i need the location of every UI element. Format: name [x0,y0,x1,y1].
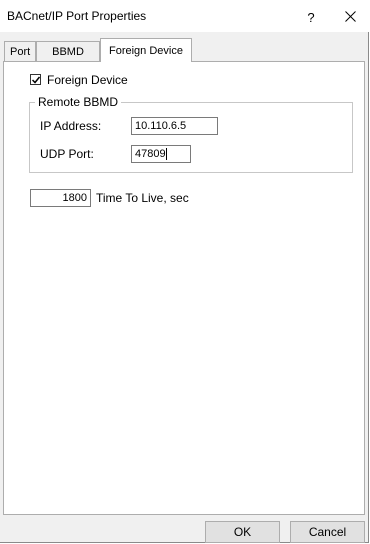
ip-address-label: IP Address: [40,119,102,133]
port-properties-dialog: BACnet/IP Port Properties ? Port BBMD Fo… [0,0,369,543]
tab-port[interactable]: Port [4,41,36,61]
cancel-button[interactable]: Cancel [290,521,365,543]
checkbox-checked-icon[interactable] [30,74,41,85]
text-cursor [165,148,167,161]
remote-bbmd-group: Remote BBMD [29,95,353,173]
close-icon [345,11,356,22]
tab-bbmd[interactable]: BBMD [36,41,100,61]
udp-port-value: 47809 [135,148,166,160]
ip-address-input[interactable]: 10.110.6.5 [131,117,218,135]
remote-bbmd-legend: Remote BBMD [35,95,122,109]
close-button[interactable] [332,0,369,32]
udp-port-label: UDP Port: [40,147,94,161]
ok-button[interactable]: OK [205,521,280,543]
time-to-live-input[interactable]: 1800 [30,189,91,207]
window-title: BACnet/IP Port Properties [7,9,147,23]
help-button[interactable]: ? [296,0,326,32]
tab-foreign-device[interactable]: Foreign Device [100,38,192,62]
udp-port-input[interactable]: 47809 [131,145,191,163]
time-to-live-label: Time To Live, sec [96,191,189,205]
title-bar: BACnet/IP Port Properties ? [0,0,369,32]
foreign-device-checkbox-label: Foreign Device [47,73,128,87]
